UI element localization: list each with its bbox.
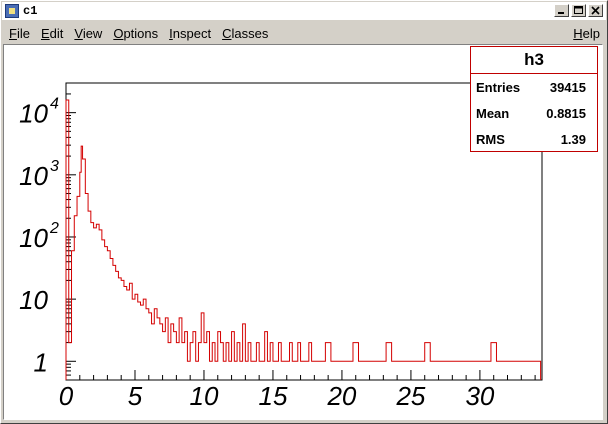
x-tick-label: 10 <box>190 381 219 411</box>
stats-label: RMS <box>476 131 505 147</box>
stats-value: 0.8815 <box>546 105 586 121</box>
stats-label: Mean <box>476 105 510 121</box>
stats-row-entries: Entries 39415 <box>471 74 597 100</box>
y-axis: 11010 210 310 4 <box>19 82 76 377</box>
stats-row-rms: RMS 1.39 <box>471 126 597 152</box>
x-tick-label: 15 <box>258 381 287 411</box>
stats-value: 39415 <box>549 79 586 95</box>
stats-value: 1.39 <box>560 131 586 147</box>
x-tick-label: 25 <box>395 381 425 411</box>
stats-label: Entries <box>476 79 521 95</box>
x-axis: 0 5 10 15 20 25 30 <box>59 370 536 411</box>
y-tick-exponent: 2 <box>49 220 59 237</box>
y-tick-label: 1 <box>34 347 48 377</box>
x-tick-label: 5 <box>128 381 143 411</box>
stats-box[interactable]: h3 Entries 39415 Mean 0.8815 RMS 1.39 <box>470 46 598 152</box>
y-tick-label: 10 <box>19 285 48 315</box>
y-tick-exponent: 3 <box>50 158 59 175</box>
stats-title: h3 <box>471 47 597 74</box>
y-tick-exponent: 4 <box>50 96 59 113</box>
y-tick-label: 10 <box>19 161 48 191</box>
x-tick-label: 0 <box>59 381 74 411</box>
y-tick-label: 10 <box>19 223 48 253</box>
x-tick-label: 30 <box>465 381 494 411</box>
x-tick-label: 20 <box>326 381 356 411</box>
stats-row-mean: Mean 0.8815 <box>471 100 597 126</box>
y-tick-label: 10 <box>19 99 48 129</box>
